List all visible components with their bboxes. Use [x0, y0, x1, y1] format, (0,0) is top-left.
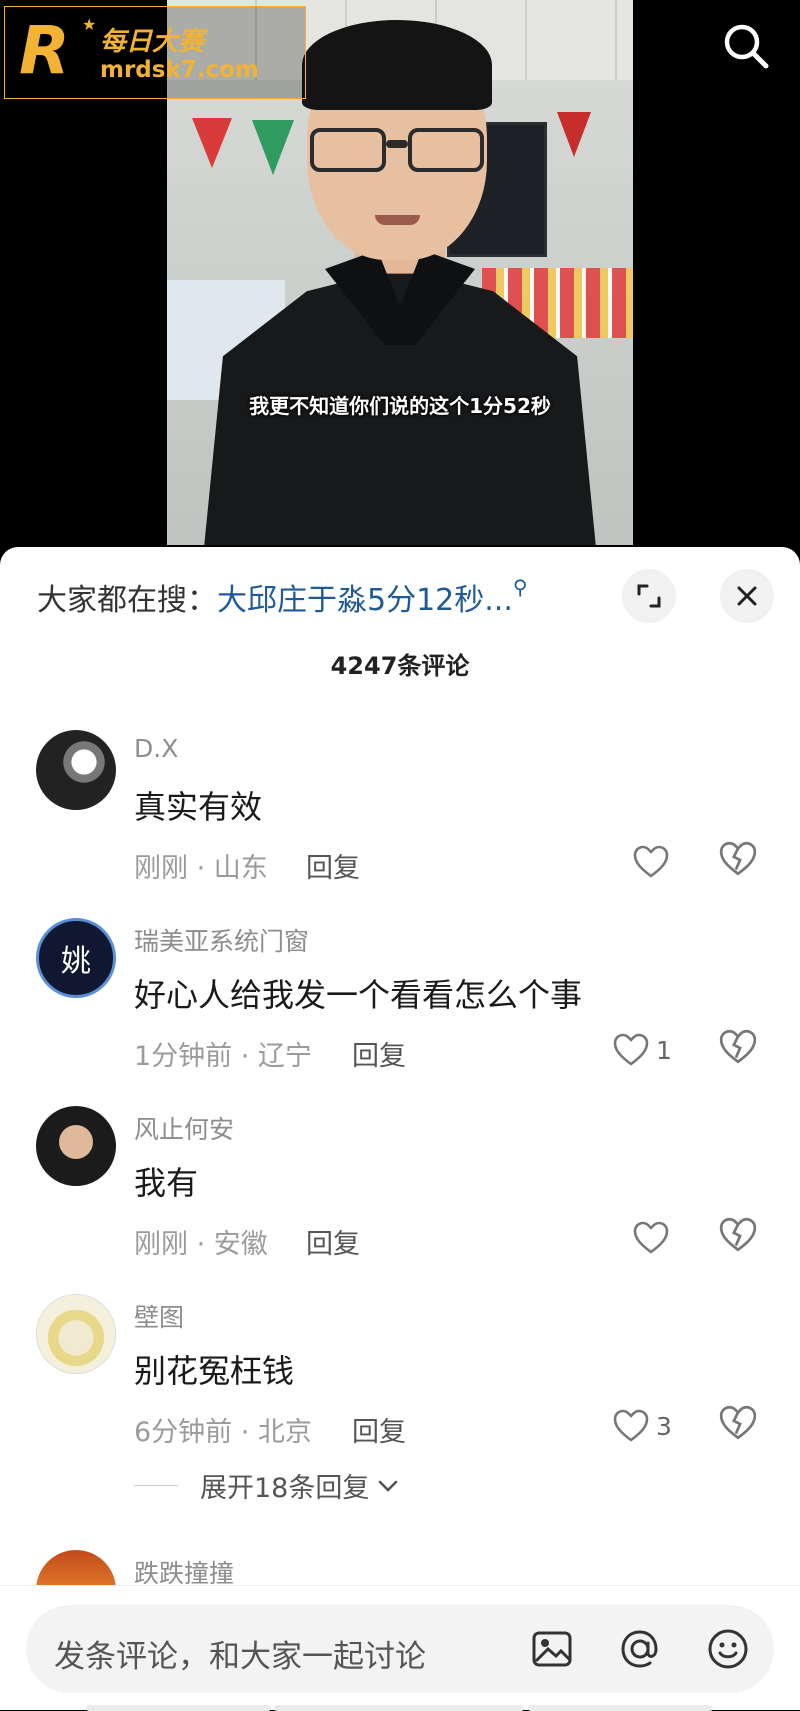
expand-replies-button[interactable]: 展开18条回复 — [134, 1466, 401, 1505]
comment-item: 姚 瑞美亚系统门窗 好心人给我发一个看看怎么个事 1分钟前 · 辽宁 回复 1 — [0, 918, 800, 1098]
at-icon[interactable] — [614, 1623, 666, 1675]
comment-username[interactable]: 瑞美亚系统门窗 — [134, 922, 309, 958]
logo-url: mrdsk7.com — [100, 57, 259, 83]
search-small-icon: ⚲ — [512, 575, 528, 599]
comment-text: 我有 — [134, 1164, 199, 1202]
logo-letter: R — [19, 12, 70, 89]
heart-icon — [613, 1409, 649, 1442]
pennant — [192, 118, 232, 168]
pennant — [557, 112, 591, 157]
divider — [134, 1485, 178, 1486]
trending-prefix: 大家都在搜： — [37, 583, 217, 618]
fullscreen-button[interactable] — [622, 569, 676, 623]
nav-indicator — [86, 1705, 271, 1711]
heart-icon — [613, 1033, 649, 1066]
close-button[interactable] — [720, 569, 774, 623]
comment-input[interactable]: 发条评论，和大家一起讨论 — [26, 1605, 774, 1693]
expand-replies-label: 展开18条回复 — [200, 1473, 370, 1504]
comment-username[interactable]: D.X — [134, 734, 178, 763]
expand-icon — [637, 584, 661, 608]
comment-meta: 刚刚 · 安徽 — [134, 1229, 268, 1260]
logo-star-icon: ★ — [82, 15, 97, 34]
watermark-logo: R ★ 每日大赛 mrdsk7.com — [4, 6, 306, 99]
like-button[interactable] — [632, 840, 670, 884]
comment-item: 跌跌撞撞 — [0, 1550, 800, 1590]
reply-button[interactable]: 回复 — [306, 1222, 360, 1261]
search-icon[interactable] — [720, 20, 772, 72]
comment-text: 真实有效 — [134, 788, 263, 826]
avatar[interactable] — [36, 1294, 116, 1374]
presenter-mouth — [375, 215, 420, 225]
broken-heart-icon[interactable] — [718, 1404, 762, 1448]
presenter-hair — [302, 20, 492, 110]
logo-title: 每日大赛 — [100, 27, 205, 57]
comment-input-placeholder: 发条评论，和大家一起讨论 — [54, 1639, 426, 1675]
comment-text: 别花冤枉钱 — [134, 1352, 295, 1390]
comment-meta: 刚刚 · 山东 — [134, 853, 268, 884]
comment-item: 壁图 别花冤枉钱 6分钟前 · 北京 回复 3 — [0, 1294, 800, 1474]
close-icon — [737, 586, 757, 606]
heart-icon — [633, 845, 669, 878]
comment-item: 风止何安 我有 刚刚 · 安徽 回复 — [0, 1106, 800, 1286]
reply-button[interactable]: 回复 — [352, 1410, 406, 1449]
like-button[interactable]: 1 — [612, 1028, 672, 1072]
emoji-icon[interactable] — [702, 1623, 754, 1675]
comment-meta: 6分钟前 · 北京 — [134, 1417, 312, 1448]
like-button[interactable] — [632, 1216, 670, 1260]
comment-count: 4247条评论 — [330, 652, 470, 680]
like-button[interactable]: 3 — [612, 1404, 672, 1448]
like-count: 3 — [656, 1411, 672, 1441]
comment-meta: 1分钟前 · 辽宁 — [134, 1041, 312, 1072]
reply-button[interactable]: 回复 — [352, 1034, 406, 1073]
broken-heart-icon[interactable] — [718, 840, 762, 884]
broken-heart-icon[interactable] — [718, 1028, 762, 1072]
video-subtitle: 我更不知道你们说的这个1分52秒 — [249, 394, 551, 418]
glasses — [310, 128, 486, 176]
image-icon[interactable] — [526, 1623, 578, 1675]
broken-heart-icon[interactable] — [718, 1216, 762, 1260]
trending-query-link[interactable]: 大邱庄于淼5分12秒... — [217, 583, 513, 618]
avatar[interactable] — [36, 1106, 116, 1186]
comment-username[interactable]: 风止何安 — [134, 1110, 234, 1146]
nav-indicator — [528, 1705, 713, 1711]
nav-indicator — [274, 1705, 524, 1711]
avatar-badge: 姚 — [61, 944, 91, 979]
like-count: 1 — [656, 1035, 672, 1065]
avatar[interactable] — [36, 730, 116, 810]
heart-icon — [633, 1221, 669, 1254]
avatar[interactable] — [36, 1550, 116, 1590]
comment-item: D.X 真实有效 刚刚 · 山东 回复 — [0, 730, 800, 910]
chevron-down-icon — [379, 1480, 398, 1492]
pennant — [252, 120, 294, 175]
comment-username[interactable]: 壁图 — [134, 1298, 184, 1334]
avatar[interactable]: 姚 — [36, 918, 116, 998]
reply-button[interactable]: 回复 — [306, 846, 360, 885]
comment-text: 好心人给我发一个看看怎么个事 — [134, 976, 583, 1014]
comment-input-bar: 发条评论，和大家一起讨论 — [0, 1585, 800, 1711]
trending-search[interactable]: 大家都在搜：大邱庄于淼5分12秒...⚲ — [37, 575, 528, 619]
